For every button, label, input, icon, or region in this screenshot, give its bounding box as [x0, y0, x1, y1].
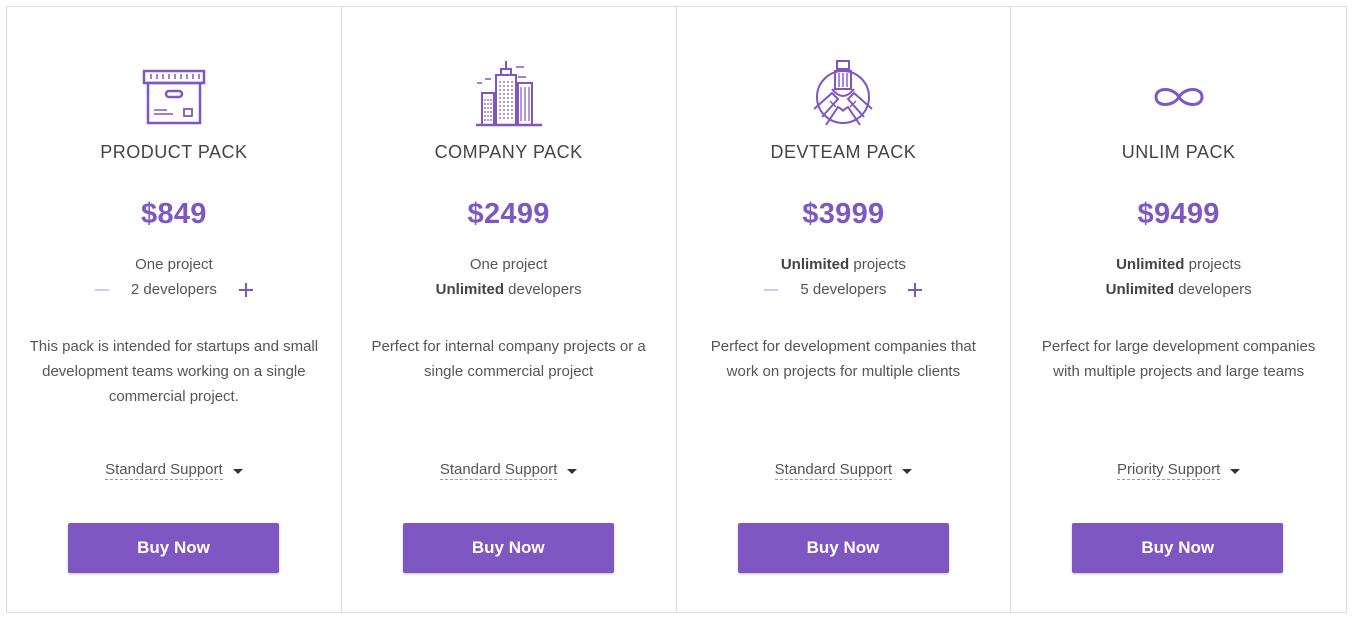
buy-now-button[interactable]: Buy Now [68, 523, 279, 573]
developers-count: 5 developers [800, 281, 887, 298]
office-buildings-icon [474, 59, 544, 129]
infinity-icon [1144, 59, 1214, 129]
support-label[interactable]: Standard Support [774, 461, 893, 480]
developers-emphasis: Unlimited [435, 281, 505, 298]
pack-title: COMPANY PACK [434, 142, 583, 162]
support-dropdown[interactable]: Standard Support [677, 461, 1011, 480]
buy-now-button[interactable]: Buy Now [1072, 523, 1284, 573]
pack-description: Perfect for large development companies … [1041, 338, 1316, 380]
pricing-card-company: COMPANY PACK $2499 One project Unlimited… [342, 7, 677, 612]
pack-description: This pack is intended for startups and s… [29, 338, 319, 405]
pack-price: $849 [141, 198, 207, 230]
projects-emphasis: Unlimited [1116, 256, 1185, 273]
archive-box-icon [139, 59, 209, 129]
pack-title: PRODUCT PACK [100, 142, 248, 162]
pack-title: UNLIM PACK [1121, 142, 1236, 162]
developers-text: developers [504, 281, 582, 298]
support-label[interactable]: Priority Support [1116, 461, 1221, 480]
developers-emphasis: Unlimited [1105, 281, 1175, 298]
projects-emphasis: Unlimited [780, 256, 850, 273]
projects-text: projects [1184, 256, 1242, 273]
pack-title: DEVTEAM PACK [770, 142, 917, 162]
projects-line: Unlimited projects [677, 255, 1011, 275]
increase-developers-button[interactable] [237, 281, 255, 299]
projects-line: One project [7, 255, 341, 275]
developers-stepper: 5 developers [762, 280, 924, 300]
pricing-card-unlim: UNLIM PACK $9499 Unlimited projects Unli… [1011, 7, 1346, 612]
projects-line: Unlimited projects [1011, 255, 1346, 275]
projects-text: One project [469, 256, 548, 273]
developers-line: 2 developers [7, 280, 341, 305]
projects-line: One project [342, 255, 676, 275]
developers-line: 5 developers [677, 280, 1011, 305]
buy-now-button[interactable]: Buy Now [737, 523, 949, 573]
pack-description: Perfect for internal company projects or… [371, 338, 646, 380]
developers-text: developers [1174, 281, 1252, 298]
caret-down-icon[interactable] [902, 469, 913, 474]
developers-stepper: 2 developers [93, 280, 255, 300]
developers-line: Unlimited developers [342, 280, 676, 300]
support-dropdown[interactable]: Standard Support [342, 461, 676, 480]
increase-developers-button[interactable] [906, 281, 924, 299]
pricing-card-devteam: DEVTEAM PACK $3999 Unlimited projects 5 … [677, 7, 1012, 612]
buy-now-button[interactable]: Buy Now [402, 523, 614, 573]
pack-price: $9499 [1137, 198, 1220, 230]
caret-down-icon[interactable] [1230, 469, 1241, 474]
caret-down-icon[interactable] [567, 469, 578, 474]
developers-line: Unlimited developers [1011, 280, 1346, 300]
projects-text: One project [135, 256, 213, 273]
pack-price: $3999 [802, 198, 885, 230]
team-hands-icon [808, 59, 878, 129]
support-label[interactable]: Standard Support [105, 461, 223, 480]
pricing-card-product: PRODUCT PACK $849 One project 2 develope… [7, 7, 342, 612]
pack-description: Perfect for development companies that w… [710, 338, 976, 380]
support-dropdown[interactable]: Priority Support [1011, 461, 1346, 480]
support-label[interactable]: Standard Support [439, 461, 558, 480]
decrease-developers-button[interactable] [93, 281, 111, 299]
decrease-developers-button[interactable] [762, 281, 780, 299]
caret-down-icon[interactable] [232, 469, 243, 474]
projects-text: projects [849, 256, 906, 273]
developers-count: 2 developers [130, 281, 217, 298]
pack-price: $2499 [467, 198, 550, 230]
pricing-grid: PRODUCT PACK $849 One project 2 develope… [6, 6, 1347, 613]
support-dropdown[interactable]: Standard Support [7, 461, 341, 480]
